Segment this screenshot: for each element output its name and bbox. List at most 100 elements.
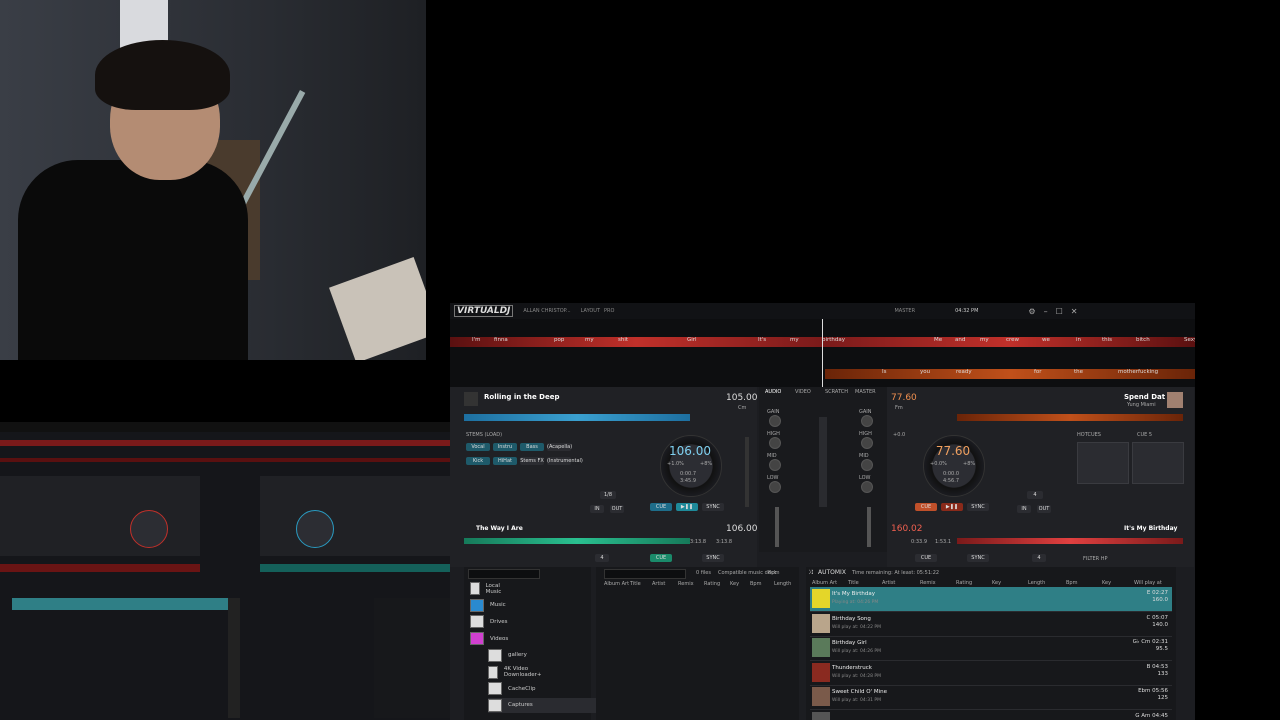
- automix-label[interactable]: AUTOMIX: [818, 569, 846, 576]
- deck-d-sync-button[interactable]: SYNC: [967, 554, 989, 562]
- folder-item[interactable]: Videos: [470, 631, 508, 646]
- deck-c-sync-button[interactable]: SYNC: [702, 554, 724, 562]
- deck-a-sync-button[interactable]: SYNC: [702, 503, 724, 511]
- deck-b-out-button[interactable]: OUT: [1037, 505, 1051, 513]
- deck-a-pitch-fader[interactable]: [745, 437, 749, 507]
- file-column-header[interactable]: Album Art: [604, 581, 629, 587]
- eq-knob-right[interactable]: [861, 415, 873, 427]
- stem-button[interactable]: Kick: [466, 457, 490, 465]
- automix-column-header[interactable]: Bpm: [1066, 580, 1077, 586]
- automix-row[interactable]: Thunderstruck Will play at: 04:28 PM B 04:…: [810, 661, 1172, 686]
- shuffle-icon[interactable]: ⤨: [808, 569, 813, 577]
- file-column-header[interactable]: Remix: [678, 581, 694, 587]
- deck-c-overview-wave[interactable]: [464, 538, 690, 544]
- folder-item[interactable]: Music: [470, 598, 506, 613]
- deck-b-hotcues[interactable]: HOTCUES: [1077, 432, 1101, 438]
- automix-column-header[interactable]: Title: [848, 580, 859, 586]
- file-column-header[interactable]: Artist: [652, 581, 665, 587]
- stem-button[interactable]: HiHat: [493, 457, 517, 465]
- file-search-input[interactable]: [604, 569, 686, 579]
- mixer-tab[interactable]: AUDIO: [765, 389, 781, 395]
- stem-button[interactable]: Bass: [520, 443, 544, 451]
- automix-row[interactable]: Sweet Child O' Mine Will play at: 04:31 P…: [810, 685, 1172, 710]
- deck-a-overview-wave[interactable]: [464, 414, 690, 421]
- deck-d-cue-button[interactable]: CUE: [915, 554, 937, 562]
- close-icon[interactable]: ✕: [1071, 307, 1078, 316]
- deck-a-play-button[interactable]: ▶❚❚: [676, 503, 698, 511]
- deck-b-overview-wave[interactable]: [957, 414, 1183, 421]
- deck-d-filter[interactable]: FILTER HP: [1083, 556, 1108, 562]
- lyrics-waveform-area[interactable]: I'm finna pop my shit Girl It's my birthday Me and…: [450, 319, 1195, 387]
- mixer-tab[interactable]: SCRATCH: [825, 389, 848, 395]
- deck-b-cue-button[interactable]: CUE: [915, 503, 937, 511]
- deck-a-in-button[interactable]: IN: [590, 505, 604, 513]
- mixer-tab[interactable]: MASTER: [855, 389, 876, 395]
- deck-b-in-button[interactable]: IN: [1017, 505, 1031, 513]
- eq-knob-left[interactable]: [769, 437, 781, 449]
- folder-item[interactable]: Captures: [488, 697, 598, 713]
- minimize-icon[interactable]: –: [1044, 307, 1048, 316]
- user-name[interactable]: ALLAN CHRISTOP...: [523, 308, 570, 314]
- deck-b-pads-left[interactable]: [1077, 442, 1129, 484]
- deck-b-pads-right[interactable]: [1132, 442, 1184, 484]
- automix-row[interactable]: Birthday Song Will play at: 04:22 PM C 05:…: [810, 612, 1172, 637]
- automix-column-header[interactable]: Rating: [956, 580, 972, 586]
- volume-fader-left[interactable]: [775, 507, 779, 547]
- eq-knob-left[interactable]: [769, 481, 781, 493]
- folder-tree: Local Music Music Drives Videos gallery 4K Vi…: [464, 567, 598, 720]
- deck-a-stems-load[interactable]: STEMS (LOAD): [466, 432, 502, 438]
- deck-c-loop-size[interactable]: 4: [595, 554, 609, 562]
- deck-d-overview-wave[interactable]: [957, 538, 1183, 544]
- file-column-header[interactable]: Bpm: [750, 581, 761, 587]
- stem-button[interactable]: (Acapella): [547, 443, 572, 451]
- layout-select[interactable]: PRO: [604, 308, 614, 314]
- automix-column-header[interactable]: Key: [1102, 580, 1111, 586]
- automix-row[interactable]: It's My Birthday Playing at: 04:26 PM E 02…: [810, 587, 1172, 612]
- automix-row[interactable]: G Am 04:45: [810, 710, 1172, 720]
- deck-a-loop-size[interactable]: 1/8: [600, 491, 616, 499]
- automix-column-header[interactable]: Remix: [920, 580, 936, 586]
- file-column-header[interactable]: Length: [774, 581, 791, 587]
- track-time: Playing at: 04:26 PM: [832, 600, 879, 605]
- automix-column-header[interactable]: Artist: [882, 580, 895, 586]
- bpm-filter[interactable]: Bpm: [768, 570, 779, 576]
- deck-c-cue-button[interactable]: CUE: [650, 554, 672, 562]
- stem-button[interactable]: (Instrumental): [547, 457, 583, 465]
- folder-item[interactable]: CacheClip: [488, 681, 536, 696]
- file-column-header[interactable]: Rating: [704, 581, 720, 587]
- automix-column-header[interactable]: Key: [992, 580, 1001, 586]
- deck-b-cue-select[interactable]: CUE 5: [1137, 432, 1152, 438]
- eq-knob-left[interactable]: [769, 415, 781, 427]
- gear-icon[interactable]: ⚙: [1028, 307, 1035, 316]
- eq-knob-right[interactable]: [861, 437, 873, 449]
- deck-b-loop-size[interactable]: 4: [1027, 491, 1043, 499]
- folder-item[interactable]: Local Music: [470, 581, 506, 596]
- mirror-covers: [228, 598, 240, 718]
- eq-knob-right[interactable]: [861, 459, 873, 471]
- deck-a-key[interactable]: Cm: [738, 405, 746, 411]
- eq-knob-right[interactable]: [861, 481, 873, 493]
- automix-row[interactable]: Birthday Girl Will play at: 04:26 PM G♭ Cm…: [810, 636, 1172, 661]
- stem-button[interactable]: Instru: [493, 443, 517, 451]
- search-input[interactable]: [468, 569, 540, 579]
- stem-button[interactable]: Stems FX: [520, 457, 544, 465]
- folder-item[interactable]: gallery: [488, 648, 527, 663]
- stem-button[interactable]: Vocal: [466, 443, 490, 451]
- deck-d-loop-size[interactable]: 4: [1032, 554, 1046, 562]
- folder-item[interactable]: Drives: [470, 614, 508, 629]
- mixer-tab[interactable]: VIDEO: [795, 389, 811, 395]
- deck-a-out-button[interactable]: OUT: [610, 505, 624, 513]
- automix-column-header[interactable]: Album Art: [812, 580, 837, 586]
- volume-fader-right[interactable]: [867, 507, 871, 547]
- automix-column-header[interactable]: Will play at: [1134, 580, 1162, 586]
- deck-b-play-button[interactable]: ▶❚❚: [941, 503, 963, 511]
- folder-item[interactable]: 4K Video Downloader+: [488, 665, 546, 680]
- file-column-header[interactable]: Key: [730, 581, 739, 587]
- file-column-header[interactable]: Title: [630, 581, 641, 587]
- deck-b-sync-button[interactable]: SYNC: [967, 503, 989, 511]
- maximize-icon[interactable]: ☐: [1056, 307, 1063, 316]
- deck-a-cue-button[interactable]: CUE: [650, 503, 672, 511]
- deck-b-key[interactable]: Fm: [895, 405, 903, 411]
- eq-knob-left[interactable]: [769, 459, 781, 471]
- automix-column-header[interactable]: Length: [1028, 580, 1045, 586]
